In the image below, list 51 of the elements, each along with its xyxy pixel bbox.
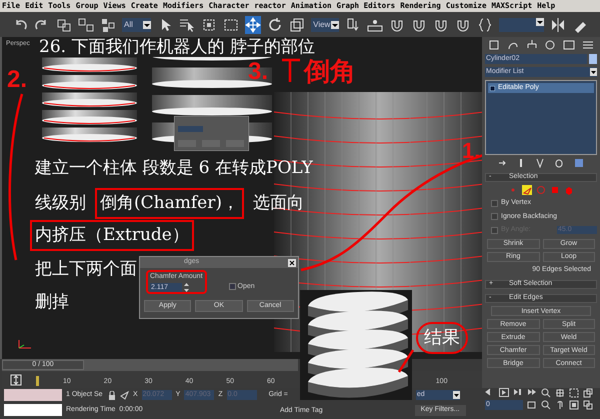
dropdown[interactable]: View: [311, 18, 339, 32]
panel-tab-icon[interactable]: [488, 39, 500, 51]
panel-tab-icon[interactable]: [526, 39, 538, 51]
stack-tool-icon[interactable]: [574, 158, 584, 168]
panel-tab-icon[interactable]: [544, 39, 556, 51]
viewport-control-icon[interactable]: [541, 400, 551, 410]
script-field[interactable]: [4, 404, 62, 416]
viewport-control-icon[interactable]: [541, 388, 551, 398]
stack-tool-icon[interactable]: [536, 158, 546, 168]
color-swatch[interactable]: [4, 389, 62, 401]
lock-icon[interactable]: [108, 390, 116, 400]
checkbox[interactable]: [491, 213, 498, 220]
caret-icon: [536, 18, 544, 26]
key-mode-icon[interactable]: [10, 374, 22, 386]
checkbox[interactable]: [491, 200, 498, 207]
t-mark: [281, 57, 301, 83]
panel-tab-icon[interactable]: [582, 39, 594, 51]
stack-tool-icon[interactable]: [555, 158, 566, 168]
panel-tab-icon[interactable]: [562, 39, 575, 51]
caret-icon: [452, 391, 460, 399]
annotation-text: 倒角: [304, 55, 356, 88]
viewport-control-icon[interactable]: [555, 388, 565, 398]
named-selection-dropdown[interactable]: [498, 18, 544, 32]
frame-marker[interactable]: [36, 376, 39, 386]
annotation-number: 3.: [248, 57, 268, 87]
annotation-number: 2.: [7, 65, 28, 95]
caret-icon: [143, 20, 152, 28]
viewport-control-icon[interactable]: [499, 388, 509, 398]
instruction-text: 线级别: [34, 192, 87, 215]
viewport-control-icon[interactable]: [555, 400, 565, 410]
instruction-text: 选面向: [252, 192, 305, 215]
axis-gizmo-icon: [18, 339, 32, 349]
highlighted-text: 内挤压（Extrude）: [30, 220, 194, 251]
color-swatch[interactable]: [589, 54, 597, 64]
instruction-text: 把上下两个面: [34, 258, 138, 281]
close-icon[interactable]: [288, 258, 296, 266]
caret-icon: [590, 68, 597, 76]
spinner-icon[interactable]: [184, 282, 189, 292]
viewport-control-icon[interactable]: [513, 388, 523, 398]
cursor-icon[interactable]: [120, 390, 129, 400]
dropdown[interactable]: All: [122, 18, 152, 32]
caret-icon: [330, 20, 339, 28]
viewport-control-icon[interactable]: [527, 400, 537, 410]
stack-tool-icon[interactable]: [498, 158, 508, 168]
tutorial-title: 26. 下面我们作机器人的 脖子的部位: [39, 38, 315, 57]
result-label: 结果: [416, 322, 468, 354]
instruction-text: 建立一个柱体 段数是 6 在转成POLY: [34, 157, 314, 180]
edge-icon[interactable]: [522, 185, 532, 195]
instruction-text: 删掉: [34, 291, 70, 314]
highlighted-text: 倒角(Chamfer)，: [95, 188, 244, 219]
checkbox[interactable]: [228, 283, 236, 290]
